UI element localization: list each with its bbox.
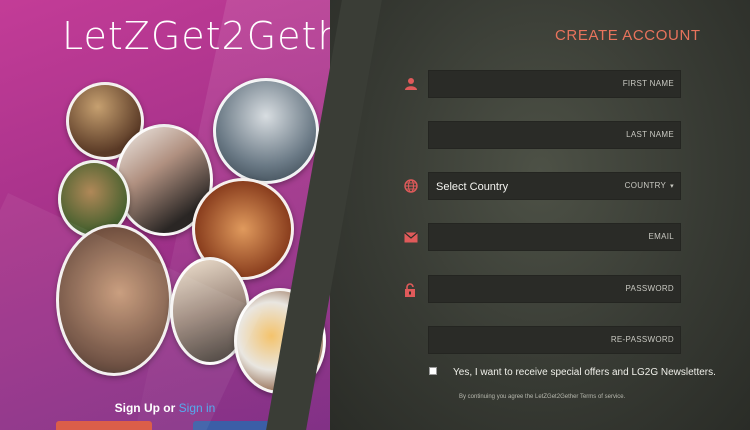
google-button[interactable] [56, 421, 152, 430]
password-field[interactable]: PASSWORD [428, 275, 681, 303]
terms-text: By continuing you agree the LetZGet2Geth… [459, 394, 626, 400]
signup-text: Sign Up or [114, 401, 176, 415]
country-selected-value: Select Country [436, 181, 509, 193]
lock-icon [404, 283, 420, 299]
logo: LetZGet2Gether [62, 14, 330, 58]
photo-hands [56, 224, 172, 376]
photo-man-beach [213, 78, 319, 184]
globe-icon [404, 179, 420, 195]
re-password-label: RE-PASSWORD [610, 335, 674, 344]
last-name-label: LAST NAME [626, 130, 674, 139]
country-select[interactable]: Select Country COUNTRY ▾ [428, 172, 681, 200]
form-title: CREATE ACCOUNT [555, 27, 701, 44]
newsletter-checkbox[interactable] [429, 367, 437, 375]
password-label: PASSWORD [625, 284, 674, 293]
first-name-label: FIRST NAME [622, 79, 674, 88]
right-panel [330, 0, 750, 430]
envelope-icon [404, 232, 420, 248]
chevron-down-icon: ▾ [670, 183, 674, 190]
last-name-field[interactable]: LAST NAME [428, 121, 681, 149]
photo-photographer [170, 257, 250, 365]
user-icon [404, 77, 420, 93]
email-label: EMAIL [648, 232, 674, 241]
re-password-field[interactable]: RE-PASSWORD [428, 326, 681, 354]
newsletter-label: Yes, I want to receive special offers an… [453, 367, 716, 378]
signin-link[interactable]: Sign in [179, 401, 216, 415]
first-name-field[interactable]: FIRST NAME [428, 70, 681, 98]
country-label: COUNTRY ▾ [624, 181, 674, 190]
email-field[interactable]: EMAIL [428, 223, 681, 251]
